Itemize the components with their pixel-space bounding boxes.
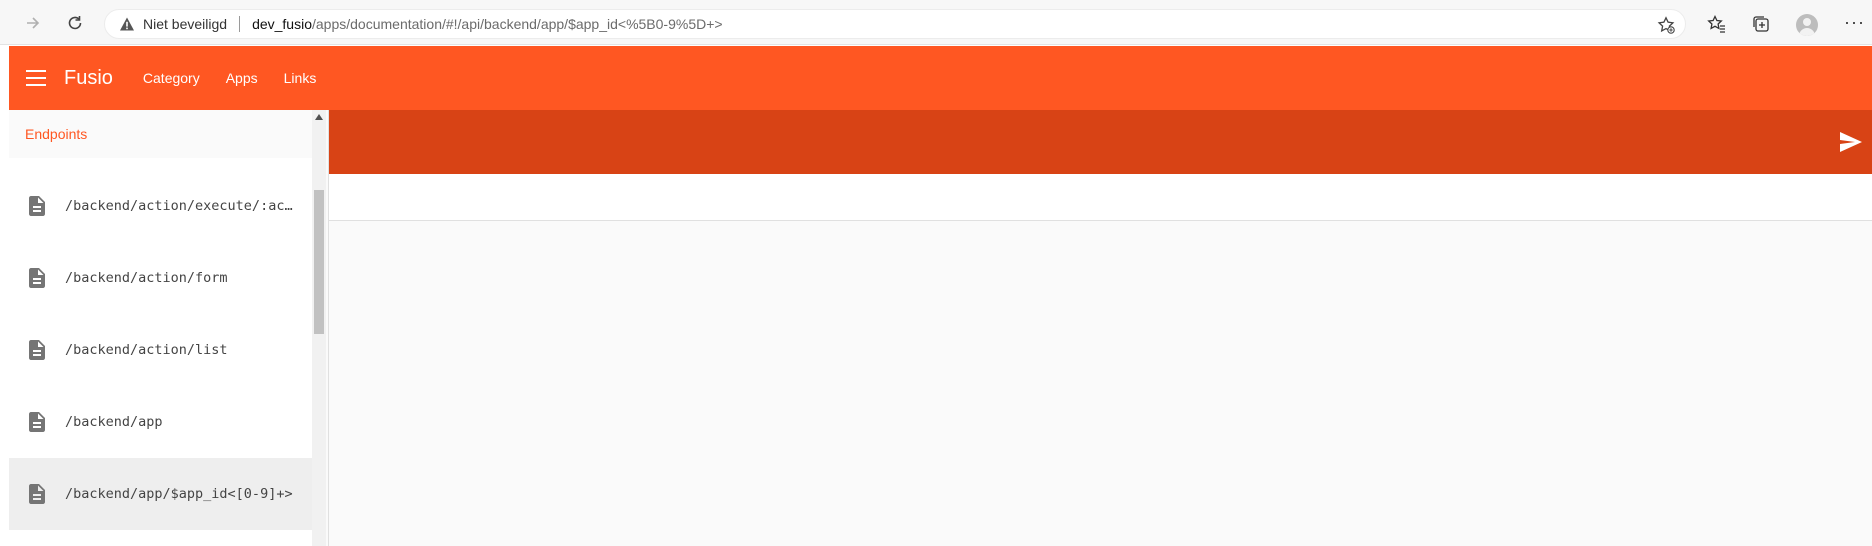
sidebar-scrollbar[interactable] [312, 110, 326, 546]
browser-toolbar: Niet beveiligd dev_fusio/apps/documentat… [0, 0, 1872, 45]
arrow-right-icon [27, 17, 40, 29]
send-icon[interactable] [1838, 130, 1864, 154]
favorites-star-icon [1707, 14, 1725, 33]
endpoint-item[interactable]: /backend/app [9, 386, 312, 458]
endpoint-label: /backend/action/list [65, 342, 228, 358]
document-icon [29, 196, 45, 216]
address-bar[interactable]: Niet beveiligd dev_fusio/apps/documentat… [104, 9, 1686, 39]
sidebar-header-label: Endpoints [25, 126, 88, 142]
endpoint-item[interactable]: /backend/action/execute/:action_id [9, 170, 312, 242]
warning-icon [120, 17, 134, 31]
document-icon [29, 484, 45, 504]
url-text[interactable]: dev_fusio/apps/documentation/#!/api/back… [252, 16, 723, 32]
endpoint-item-selected[interactable]: /backend/app/$app_id<[0-9]+> [9, 458, 312, 530]
scroll-up-arrow-icon[interactable] [315, 114, 323, 120]
nav-apps[interactable]: Apps [226, 70, 258, 86]
more-options-icon[interactable]: ··· [1844, 12, 1865, 33]
sidebar-header: Endpoints [9, 110, 312, 158]
favorites-button[interactable] [1707, 14, 1727, 34]
nav-category[interactable]: Category [143, 70, 200, 86]
app-title[interactable]: Fusio [64, 67, 113, 90]
endpoint-label: /backend/app/$app_id<[0-9]+> [65, 486, 293, 502]
endpoint-label: /backend/action/form [65, 270, 228, 286]
forward-button[interactable] [22, 12, 44, 34]
app-toolbar: Fusio Category Apps Links [9, 46, 1872, 110]
collections-button[interactable] [1751, 14, 1771, 34]
endpoints-sidebar: Endpoints /backend/action/execute/:actio… [9, 110, 312, 546]
fusio-app: Fusio Category Apps Links Endpoints /bac… [9, 46, 1872, 546]
content-subheader [329, 174, 1872, 221]
refresh-icon [68, 16, 82, 30]
hamburger-menu-icon[interactable] [26, 70, 46, 86]
endpoint-label: /backend/action/execute/:action_id [65, 198, 295, 214]
endpoint-item[interactable]: /backend/action/form [9, 242, 312, 314]
content-header-bar [329, 110, 1872, 174]
endpoint-item[interactable]: /backend/action/list [9, 314, 312, 386]
refresh-button[interactable] [64, 12, 86, 34]
nav-links[interactable]: Links [284, 70, 317, 86]
address-separator [239, 16, 241, 32]
document-icon [29, 412, 45, 432]
scroll-thumb[interactable] [314, 190, 324, 334]
document-icon [29, 268, 45, 288]
endpoint-label: /backend/app [65, 414, 163, 430]
url-path: /apps/documentation/#!/api/backend/app/$… [312, 16, 723, 32]
url-host: dev_fusio [252, 16, 312, 32]
profile-avatar[interactable] [1796, 14, 1818, 36]
add-favorite-icon[interactable] [1657, 16, 1675, 34]
insecure-label: Niet beveiligd [143, 16, 228, 32]
document-icon [29, 340, 45, 360]
collections-icon [1753, 16, 1769, 32]
